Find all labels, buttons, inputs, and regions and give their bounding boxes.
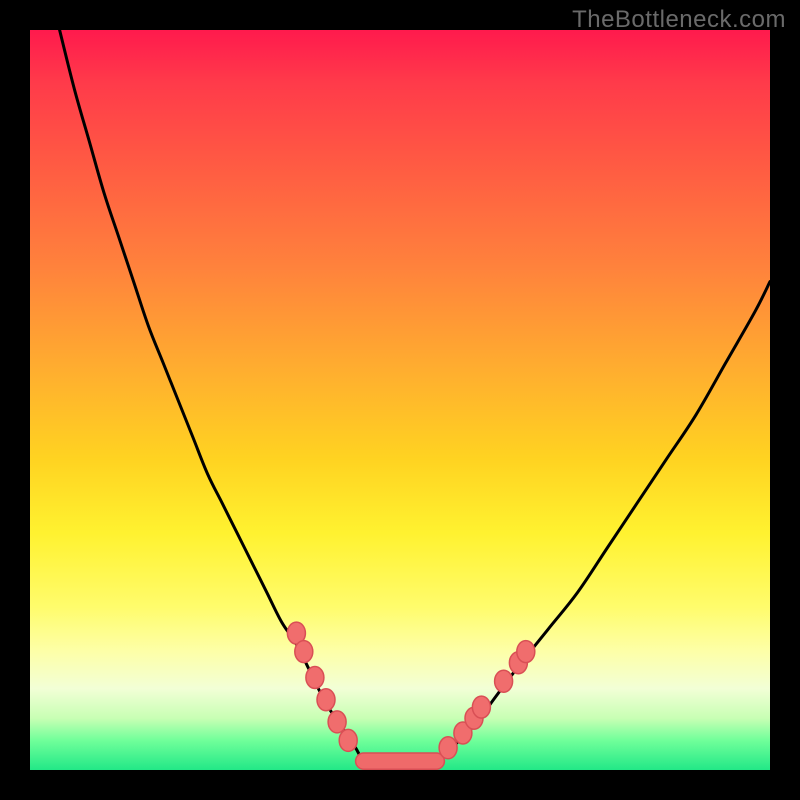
data-marker	[439, 737, 457, 759]
curve-left-curve	[60, 30, 363, 763]
data-marker	[295, 641, 313, 663]
chart-frame: TheBottleneck.com	[0, 0, 800, 800]
chart-overlay	[30, 30, 770, 770]
valley-band-shape	[356, 753, 445, 769]
valley-band	[356, 753, 445, 769]
data-marker	[328, 711, 346, 733]
data-marker	[306, 667, 324, 689]
data-marker	[339, 729, 357, 751]
data-marker	[472, 696, 490, 718]
data-marker	[517, 641, 535, 663]
data-marker	[495, 670, 513, 692]
data-marker	[317, 689, 335, 711]
curve-layer	[60, 30, 770, 767]
marker-layer	[287, 622, 534, 759]
curve-right-curve	[437, 282, 770, 763]
